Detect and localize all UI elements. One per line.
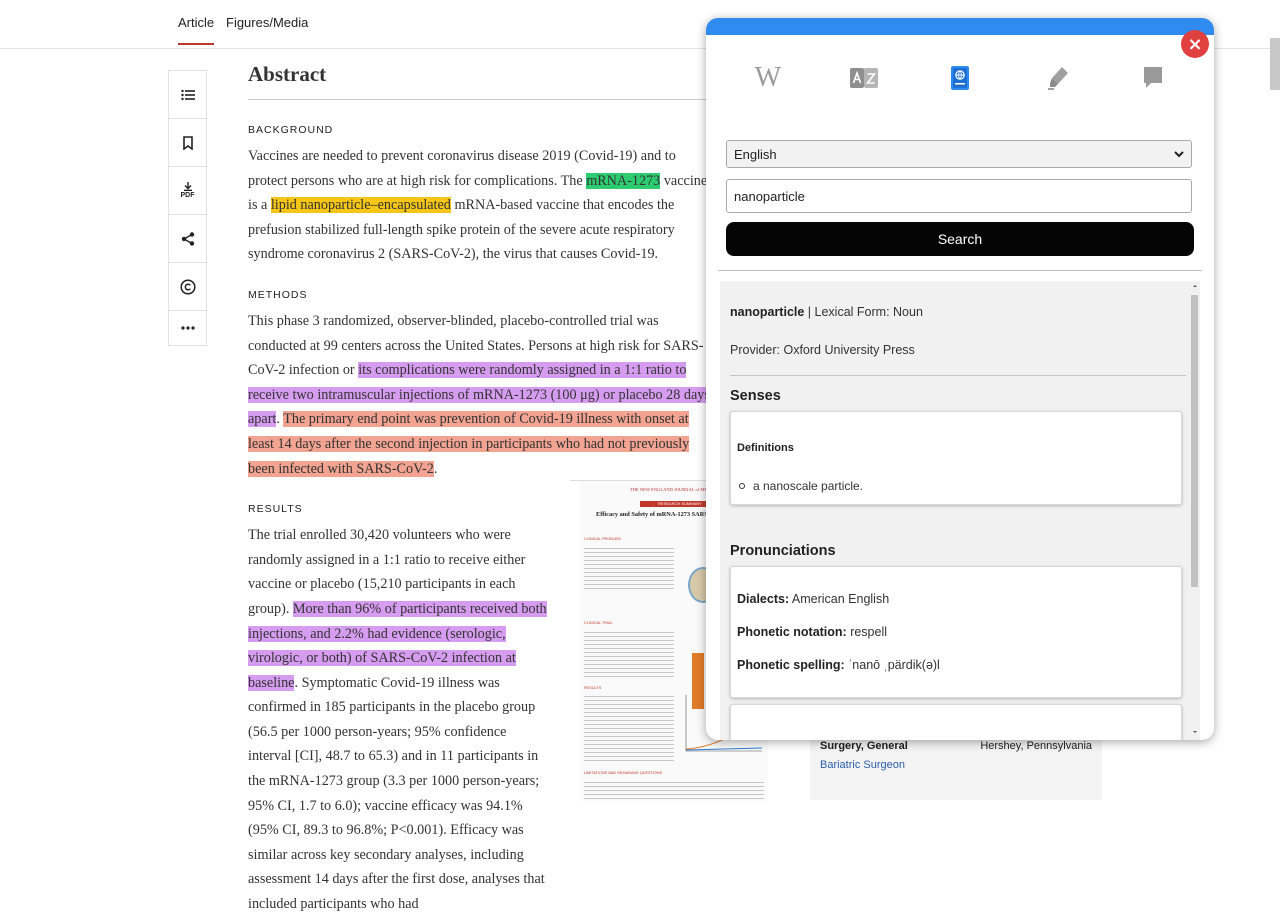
more-button[interactable]: [169, 311, 206, 345]
popup-header-bar: [706, 18, 1214, 35]
chevron-down-icon: [1174, 151, 1184, 158]
spelling-label: Phonetic spelling:: [737, 658, 845, 672]
language-select[interactable]: English: [726, 140, 1192, 168]
copyright-icon: [179, 278, 196, 295]
more-icon: [180, 326, 195, 330]
wikipedia-icon: W: [754, 62, 782, 93]
page-scrollbar-thumb[interactable]: [1270, 38, 1280, 90]
dictionary-tool-button[interactable]: [942, 60, 978, 96]
dictionary-result-panel: nanoparticle | Lexical Form: Noun Provid…: [720, 281, 1192, 740]
abstract-title: Abstract: [248, 60, 718, 100]
close-popup-button[interactable]: ×: [1181, 30, 1209, 58]
pronunciations-card: Dialects: American English Phonetic nota…: [730, 566, 1182, 698]
list-icon: [180, 89, 195, 100]
search-input-value: nanoparticle: [734, 188, 805, 204]
dictionary-icon: [951, 66, 969, 90]
comment-tool-button[interactable]: [1135, 60, 1171, 96]
highlight-green[interactable]: mRNA-1273: [586, 172, 661, 189]
results-paragraph: The trial enrolled 30,420 volunteers who…: [248, 523, 548, 917]
definitions-label: Definitions: [737, 442, 794, 454]
methods-heading: METHODS: [248, 288, 308, 301]
dialects-value: American English: [789, 592, 890, 606]
language-select-value: English: [734, 146, 777, 162]
figure-text-block: [584, 629, 674, 679]
senses-heading: Senses: [730, 388, 781, 404]
popup-divider: [718, 270, 1202, 271]
result-provider: Provider: Oxford University Press: [730, 343, 915, 357]
circle-bullet-icon: [739, 483, 745, 489]
share-icon: [181, 231, 194, 246]
result-headword-line: nanoparticle | Lexical Form: Noun: [730, 305, 923, 319]
definition-text: a nanoscale particle.: [753, 479, 864, 493]
result-lexical-form: | Lexical Form: Noun: [804, 305, 923, 319]
pdf-label: PDF: [180, 192, 195, 199]
methods-text: .: [433, 460, 438, 477]
job-specialty: Surgery, General: [820, 740, 908, 752]
translate-icon: [850, 68, 878, 88]
pronunciations-heading: Pronunciations: [730, 543, 836, 559]
scroll-up-icon: [1193, 285, 1197, 287]
highlighter-tool-button[interactable]: [1040, 60, 1076, 96]
translate-tool-button[interactable]: [846, 60, 882, 96]
article-tools-rail: PDF: [168, 70, 207, 346]
figure-label-problem: CLINICAL PROBLEM: [584, 537, 621, 541]
highlighter-icon: [1048, 67, 1068, 90]
comment-icon: [1144, 67, 1162, 88]
notation-row: Phonetic notation: respell: [737, 625, 887, 639]
highlight-red[interactable]: The primary end point was prevention of …: [248, 411, 690, 477]
spelling-value: ˈnanō ˌpärdik(ə)l: [844, 658, 940, 672]
methods-paragraph: This phase 3 randomized, observer-blinde…: [248, 309, 718, 481]
tab-article[interactable]: Article: [178, 15, 215, 45]
figure-text-block: [584, 779, 764, 799]
search-input[interactable]: nanoparticle: [726, 179, 1192, 213]
notation-value: respell: [846, 625, 888, 639]
result-word: nanoparticle: [730, 305, 805, 319]
job-location: Hershey, Pennsylvania: [980, 740, 1092, 752]
wikipedia-tool-button[interactable]: W: [750, 60, 786, 96]
spelling-row: Phonetic spelling: ˈnanō ˌpärdik(ə)l: [737, 658, 940, 672]
pdf-button[interactable]: PDF: [169, 167, 206, 215]
figure-text-block: [584, 545, 674, 591]
result-scrollbar-thumb[interactable]: [1191, 295, 1198, 587]
figure-label-trial: CLINICAL TRIAL: [584, 621, 613, 625]
next-card: [730, 704, 1182, 740]
dialects-label: Dialects:: [737, 592, 790, 606]
background-paragraph: Vaccines are needed to prevent coronavir…: [248, 144, 718, 267]
definition-item: a nanoscale particle.: [739, 479, 863, 493]
dictionary-popup: W English nanoparticle Search nanopartic…: [706, 18, 1214, 740]
share-button[interactable]: [169, 215, 206, 263]
background-heading: BACKGROUND: [248, 124, 334, 136]
download-icon: [183, 182, 192, 191]
figure-label-limitations: LIMITATIONS AND REMAINING QUESTIONS: [584, 771, 663, 775]
result-divider: [730, 375, 1186, 376]
close-icon: ×: [1187, 33, 1203, 55]
scroll-down-icon: [1193, 731, 1197, 733]
bookmark-icon: [182, 135, 193, 150]
result-scrollbar[interactable]: [1190, 281, 1200, 740]
notation-label: Phonetic notation:: [737, 625, 847, 639]
figure-label-results: RESULTS: [584, 686, 602, 690]
tab-figures-media[interactable]: Figures/Media: [226, 15, 308, 30]
senses-card: Definitions a nanoscale particle.: [730, 411, 1182, 505]
job-listing-card[interactable]: Surgery, General Hershey, Pennsylvania B…: [810, 730, 1102, 800]
bookmark-button[interactable]: [169, 119, 206, 167]
permissions-button[interactable]: [169, 263, 206, 311]
dialects-row: Dialects: American English: [737, 592, 889, 606]
job-title-link[interactable]: Bariatric Surgeon: [820, 759, 905, 771]
figure-text-block: [584, 693, 674, 763]
contents-button[interactable]: [169, 71, 206, 119]
search-button[interactable]: Search: [726, 222, 1194, 256]
results-text: . Symptomatic Covid-19 illness was confi…: [248, 674, 545, 913]
highlight-yellow[interactable]: lipid nanoparticle–encapsulated: [270, 197, 451, 214]
